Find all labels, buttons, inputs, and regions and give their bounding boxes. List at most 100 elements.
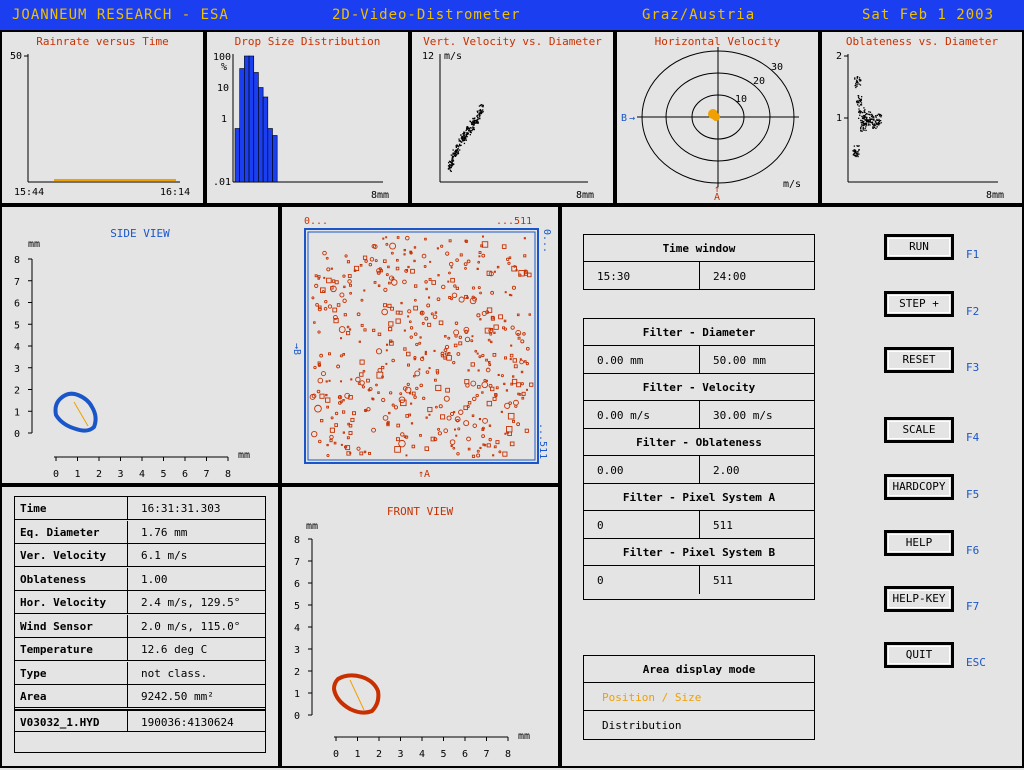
- area-mode-option-2[interactable]: Distribution: [602, 719, 681, 732]
- scatter-point: [863, 107, 865, 109]
- reset-button[interactable]: RESET: [884, 347, 954, 373]
- drop-marker: [330, 416, 334, 420]
- drop-marker: [472, 423, 478, 428]
- scatter-point: [860, 99, 862, 101]
- filter-max[interactable]: 511: [713, 574, 733, 587]
- area-inner-frame: [307, 231, 536, 461]
- scatter-point: [474, 120, 476, 122]
- drop-marker: [481, 310, 487, 316]
- help-key-button[interactable]: HELP-KEY: [884, 586, 954, 612]
- drop-marker: [410, 402, 413, 405]
- time-window-from[interactable]: 15:30: [597, 270, 630, 283]
- drop-marker: [369, 257, 375, 262]
- drop-marker: [325, 380, 328, 383]
- drop-marker: [424, 316, 429, 321]
- drop-marker: [400, 301, 403, 305]
- scatter-point: [854, 78, 856, 80]
- area-frame: [304, 228, 539, 464]
- drop-marker: [349, 328, 352, 331]
- drop-marker: [366, 407, 371, 412]
- scatter-point: [862, 117, 864, 120]
- drop-marker: [516, 382, 522, 388]
- area-mode-option-1[interactable]: Position / Size: [602, 691, 701, 704]
- x-tick-label: 1: [355, 749, 361, 760]
- drop-marker: [311, 430, 318, 438]
- filter-min[interactable]: 0.00 m/s: [597, 409, 650, 422]
- drop-marker: [326, 443, 329, 447]
- scatter-point: [865, 116, 867, 118]
- drop-marker: [471, 396, 477, 402]
- drop-marker: [447, 336, 451, 340]
- y-tick-label: 0: [14, 429, 20, 440]
- drop-marker: [452, 361, 456, 365]
- filter-min[interactable]: 0.00: [597, 464, 624, 477]
- x-tick-label: 6: [182, 469, 188, 480]
- area-mode-option-position[interactable]: Position / Size: [584, 683, 814, 711]
- drop-marker: [450, 444, 453, 448]
- drop-marker: [467, 447, 471, 451]
- area-mode-box: Area display mode Position / Size Distri…: [583, 655, 815, 740]
- scatter-point: [466, 126, 468, 128]
- drop-marker: [405, 414, 409, 418]
- ob-ytick-2: 2: [836, 51, 842, 62]
- drop-marker: [361, 385, 365, 389]
- filter-min[interactable]: 0.00 mm: [597, 354, 643, 367]
- area-mode-option-distribution[interactable]: Distribution: [584, 711, 814, 739]
- drop-marker: [363, 328, 367, 332]
- drop-marker: [396, 258, 399, 262]
- drop-marker: [346, 331, 351, 336]
- time-window-to[interactable]: 24:00: [713, 270, 746, 283]
- scatter-point: [476, 121, 478, 124]
- scatter-point: [867, 113, 869, 116]
- drop-marker: [437, 427, 440, 431]
- drop-marker: [441, 284, 446, 290]
- hardcopy-button[interactable]: HARDCOPY: [884, 474, 954, 500]
- drop-marker: [383, 259, 387, 263]
- filter-max[interactable]: 2.00: [713, 464, 740, 477]
- info-value: 2.4 m/s, 129.5°: [141, 596, 241, 609]
- scatter-point: [856, 79, 858, 81]
- drop-marker: [407, 363, 410, 367]
- filter-min[interactable]: 0: [597, 574, 604, 587]
- vv-ymax: 12: [422, 51, 434, 62]
- drop-marker: [333, 441, 337, 445]
- scatter-point: [450, 164, 453, 166]
- scatter-point: [857, 96, 860, 99]
- help-button[interactable]: HELP: [884, 530, 954, 556]
- scatter-point: [863, 117, 865, 119]
- scale-button[interactable]: SCALE: [884, 417, 954, 443]
- run-button[interactable]: RUN: [884, 234, 954, 260]
- drop-marker: [498, 314, 504, 320]
- drop-marker: [525, 362, 529, 366]
- scatter-point: [868, 123, 870, 125]
- drop-marker: [503, 319, 507, 323]
- drop-marker: [521, 396, 525, 400]
- drop-marker: [363, 289, 366, 292]
- drop-marker: [413, 395, 417, 399]
- filter-max[interactable]: 50.00 mm: [713, 354, 766, 367]
- filter-max[interactable]: 30.00 m/s: [713, 409, 773, 422]
- scatter-point: [858, 83, 860, 85]
- drop-marker: [494, 393, 498, 397]
- quit-button[interactable]: QUIT: [884, 642, 954, 668]
- hv-ring-label-30: 30: [771, 62, 783, 73]
- info-row: V03032_1.HYD 190036:4130624: [15, 708, 265, 732]
- drop-marker: [362, 255, 368, 260]
- scatter-point: [459, 149, 461, 151]
- filter-max[interactable]: 511: [713, 519, 733, 532]
- scatter-point: [466, 135, 468, 138]
- drop-marker: [490, 340, 493, 344]
- drop-marker: [488, 383, 493, 388]
- drop-marker: [508, 256, 512, 259]
- drop-marker: [493, 331, 496, 334]
- scatter-point: [862, 128, 864, 130]
- drop-marker: [429, 260, 432, 263]
- filter-min[interactable]: 0: [597, 519, 604, 532]
- drop-marker: [514, 404, 518, 408]
- step-button[interactable]: STEP +: [884, 291, 954, 317]
- scatter-point: [863, 129, 865, 131]
- drop-marker: [396, 236, 400, 239]
- drop-marker: [426, 303, 431, 308]
- drop-marker: [528, 313, 531, 316]
- drop-marker: [459, 253, 463, 257]
